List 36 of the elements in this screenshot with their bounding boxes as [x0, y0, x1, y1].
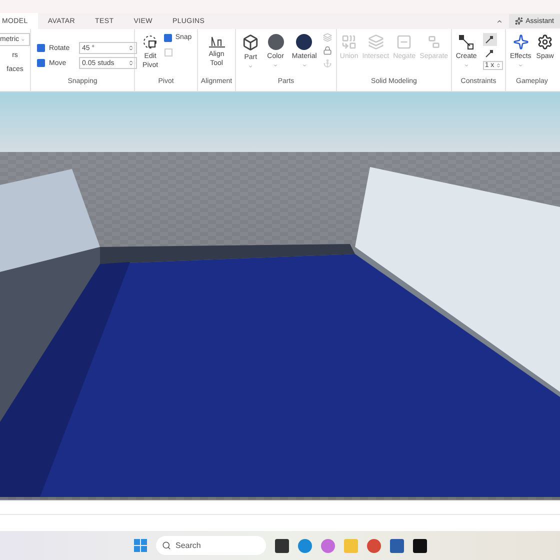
- cube-icon: [242, 34, 260, 51]
- constraint-icon: [458, 34, 474, 50]
- pivot-icon: [142, 34, 158, 50]
- snap-icon: [164, 48, 174, 57]
- caret-icon: [248, 64, 254, 69]
- checkbox[interactable]: [37, 59, 45, 67]
- browser-icon[interactable]: [298, 538, 312, 552]
- constraint-toggle[interactable]: [482, 33, 497, 46]
- shape-icon: [341, 34, 358, 50]
- caret-icon: [464, 63, 469, 68]
- browser-icon[interactable]: [366, 538, 380, 552]
- studio-app-icon[interactable]: [412, 538, 426, 552]
- shape-icon: [426, 34, 442, 50]
- caret-icon: [273, 63, 278, 68]
- checkbox[interactable]: [164, 34, 172, 42]
- caret-icon: [518, 63, 524, 68]
- material-swatch: [296, 34, 312, 50]
- checkbox[interactable]: [37, 44, 45, 52]
- color-swatch: [268, 34, 284, 50]
- task-view-icon[interactable]: [274, 538, 288, 552]
- shape-icon: [368, 34, 384, 50]
- sparkle-icon: [514, 17, 523, 25]
- layers-icon[interactable]: [322, 33, 332, 42]
- gear-icon: [537, 34, 554, 50]
- taskbar-search-field[interactable]: Search: [156, 536, 266, 555]
- shape-icon: [396, 34, 412, 50]
- lock-icon[interactable]: [322, 46, 332, 55]
- assistant-app-icon[interactable]: [320, 538, 334, 552]
- sparkle-icon: [512, 34, 529, 50]
- store-icon[interactable]: [390, 538, 404, 552]
- constraint-icon: [485, 49, 494, 58]
- caret-icon: [302, 63, 307, 68]
- align-icon: [208, 34, 226, 48]
- constraint-icon: [485, 35, 494, 44]
- start-icon[interactable]: [134, 539, 146, 552]
- search-icon: [162, 541, 170, 550]
